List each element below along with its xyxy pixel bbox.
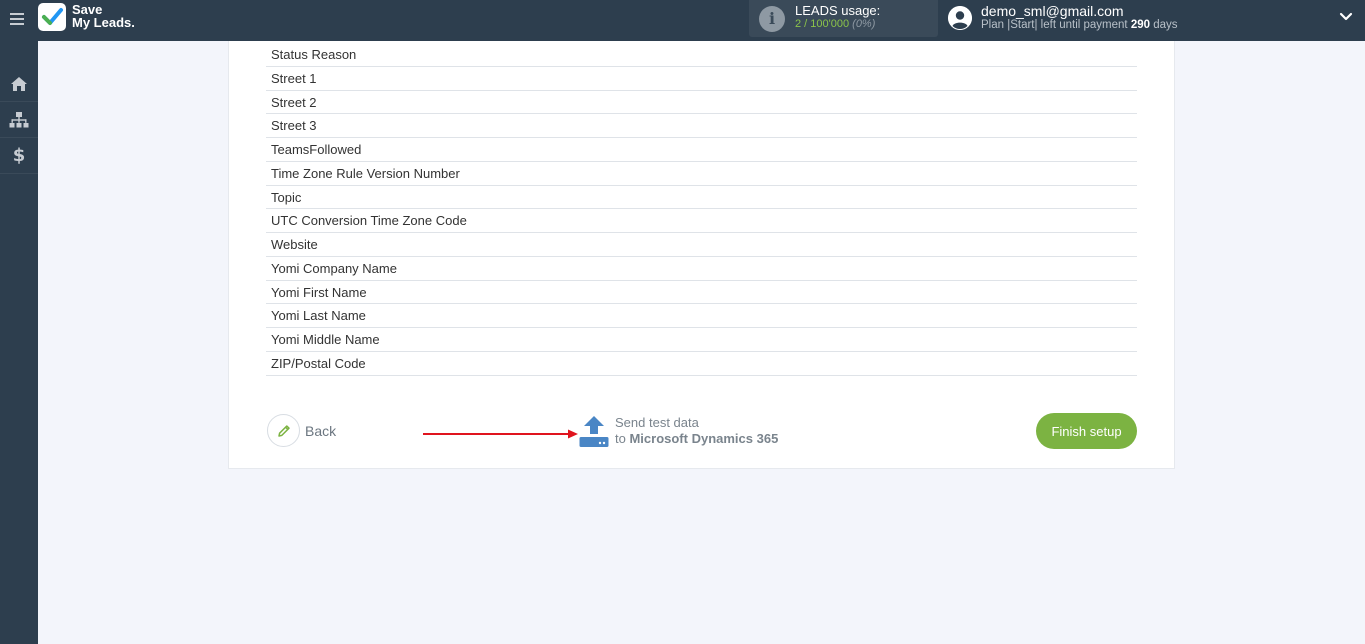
sidebar-item-billing[interactable]: $ [0, 138, 38, 174]
send-text: Send test data to Microsoft Dynamics 365 [615, 415, 778, 447]
home-icon [11, 76, 27, 91]
send-prefix: to [615, 431, 630, 446]
finish-setup-button[interactable]: Finish setup [1036, 413, 1137, 449]
pencil-icon [277, 424, 290, 437]
field-row: Time Zone Rule Version Number [266, 162, 1137, 186]
plan-prefix: Plan |Start| left until payment [981, 19, 1131, 31]
logo-icon[interactable] [38, 3, 66, 31]
sitemap-icon [9, 111, 29, 127]
logo-line2: My Leads. [72, 15, 135, 30]
field-row: Street 1 [266, 67, 1137, 91]
usage-label: LEADS usage: [795, 3, 881, 18]
pointer-arrow-icon [423, 429, 578, 439]
sidebar-item-connections[interactable] [0, 102, 38, 138]
usage-percent: (0%) [852, 18, 876, 30]
usage-count: 2 / 100'000 [795, 18, 850, 30]
field-row: Yomi Middle Name [266, 328, 1137, 352]
setup-card: Status Reason Street 1 Street 2 Street 3 Tea… [228, 41, 1175, 469]
field-row: Topic [266, 186, 1137, 210]
send-test-data-button[interactable]: Send test data to Microsoft Dynamics 365 [579, 414, 778, 448]
user-plan: Plan |Start| left until payment 290 days [981, 19, 1178, 31]
field-row: Yomi Last Name [266, 304, 1137, 328]
field-row: Website [266, 233, 1137, 257]
field-row: Yomi Company Name [266, 257, 1137, 281]
dollar-icon: $ [12, 145, 26, 166]
back-label: Back [305, 422, 337, 439]
sidebar: $ [0, 41, 38, 644]
field-row: ZIP/Postal Code [266, 352, 1137, 376]
chevron-down-icon[interactable] [1338, 9, 1354, 25]
field-row: Street 2 [266, 91, 1137, 115]
send-target: Microsoft Dynamics 365 [629, 431, 779, 446]
send-line1: Send test data [615, 415, 699, 430]
field-row: UTC Conversion Time Zone Code [266, 209, 1137, 233]
menu-icon[interactable] [10, 10, 26, 30]
user-avatar-icon[interactable] [948, 6, 972, 30]
usage-value: 2 / 100'000 (0%) [795, 18, 875, 30]
field-row: Status Reason [266, 43, 1137, 67]
field-row: Street 3 [266, 114, 1137, 138]
upload-icon [579, 415, 609, 447]
plan-suffix: days [1150, 19, 1178, 31]
back-circle [267, 414, 300, 447]
top-bar: Save My Leads. i LEADS usage: 2 / 100'00… [0, 0, 1365, 41]
leads-usage-panel: i LEADS usage: 2 / 100'000 (0%) [749, 0, 938, 37]
send-line2: to Microsoft Dynamics 365 [615, 431, 778, 447]
info-icon: i [759, 6, 785, 32]
sidebar-item-home[interactable] [0, 66, 38, 102]
field-row: Yomi First Name [266, 281, 1137, 305]
plan-days: 290 [1130, 19, 1150, 31]
field-row: TeamsFollowed [266, 138, 1137, 162]
logo-text[interactable]: Save My Leads. [72, 3, 135, 29]
back-button[interactable]: Back [267, 414, 336, 447]
field-list: Status Reason Street 1 Street 2 Street 3 Tea… [266, 43, 1137, 376]
user-email[interactable]: demo_sml@gmail.com [981, 3, 1124, 19]
